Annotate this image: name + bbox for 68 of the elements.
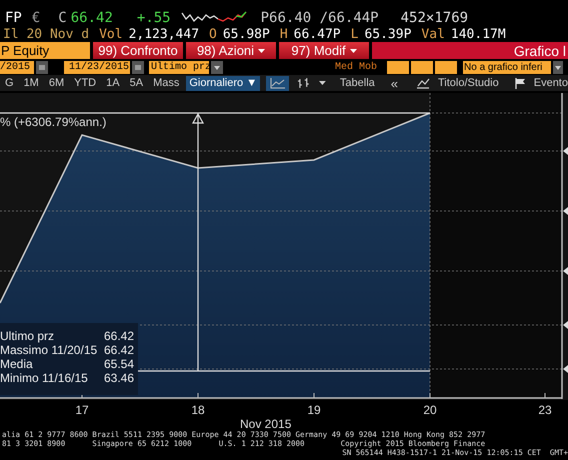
field-value: 140.17M (450, 28, 506, 41)
calendar-icon[interactable] (36, 60, 48, 74)
period-button[interactable]: YTD (69, 76, 102, 90)
bid-ask: P66.40 /66.44P (260, 11, 379, 25)
flag-icon (514, 78, 526, 88)
study-input[interactable] (435, 60, 458, 74)
caret-icon[interactable] (319, 81, 326, 85)
field-label: L (350, 28, 358, 41)
legend-value: 66.42 (104, 343, 134, 357)
bid-ask-size: 452×1769 (400, 11, 468, 25)
studies-button[interactable]: Titolo/Studio (416, 78, 499, 88)
calendar-icon[interactable] (132, 60, 144, 74)
legend-value: 63.46 (104, 371, 134, 385)
menu-button[interactable]: 97) Modif (276, 42, 369, 59)
x-axis-label: 23 (538, 404, 552, 416)
study-label: Med Mob (335, 60, 378, 74)
period-button[interactable]: Mass (148, 76, 184, 90)
field-label: Vol (99, 28, 123, 41)
x-axis-title: Nov 2015 (240, 418, 292, 430)
legend-value: 65.54 (104, 357, 134, 371)
line-chart-icon (270, 78, 286, 88)
period-button[interactable]: G (0, 76, 19, 90)
security-field[interactable]: P Equity (0, 42, 90, 59)
study-input[interactable] (387, 60, 410, 74)
caret-icon[interactable] (211, 60, 223, 74)
legend-label: Ultimo prz (0, 329, 54, 343)
studies-icon (416, 78, 430, 88)
session-date: Il 20 Nov d (3, 28, 90, 41)
crosshair-arrow[interactable] (192, 112, 204, 371)
field-value: 65.39P (364, 28, 412, 41)
table-button[interactable]: Tabella (336, 78, 379, 88)
legend-label: Massimo 11/20/15 (0, 343, 98, 357)
field-value: 2,123,447 (128, 28, 200, 41)
field-value: 66.47P (294, 28, 341, 41)
caret-icon[interactable] (553, 60, 564, 74)
currency: € (32, 11, 40, 25)
price-change: +.55 (136, 11, 171, 25)
collapse-button[interactable]: « (386, 76, 402, 90)
x-axis-label: 18 (191, 404, 205, 416)
legend-value: 66.42 (104, 329, 134, 343)
legend-label: Minimo 11/16/15 (0, 371, 88, 385)
period-button[interactable]: 1M (18, 76, 44, 90)
field-value: 65.98P (222, 28, 270, 41)
ticker: FP (5, 11, 22, 25)
period-button[interactable]: 1A (101, 76, 125, 90)
frequency-dropdown[interactable]: Giornaliero ▼ (186, 76, 260, 90)
line-chart-button[interactable] (266, 76, 290, 90)
x-axis-label: 19 (307, 404, 321, 416)
last-price-label: C (58, 11, 67, 25)
return-annotation: % (+6306.79%ann.) (0, 116, 106, 128)
field-label: Val (421, 28, 445, 41)
x-axis-label: 17 (75, 404, 89, 416)
field-label: O (209, 28, 217, 41)
lower-chart-dropdown[interactable]: No a grafico inferi (463, 60, 552, 74)
bar-chart-icon[interactable] (297, 78, 312, 88)
menu-button[interactable]: 99) Confronto (90, 42, 183, 59)
end-date-field[interactable]: 11/23/2015 (64, 60, 130, 74)
x-axis-label: 20 (423, 404, 437, 416)
last-price: 66.42 (70, 11, 113, 25)
field-label: H (280, 28, 288, 41)
event-button[interactable]: Evento (514, 78, 568, 88)
study-input[interactable] (411, 60, 434, 74)
start-date-field[interactable]: /2015 (0, 60, 34, 74)
sparkline-icon (180, 9, 247, 25)
period-button[interactable]: 5A (124, 76, 148, 90)
menu-button[interactable]: 98) Azioni (183, 42, 276, 59)
legend-label: Media (0, 357, 33, 371)
period-button[interactable]: 6M (44, 76, 70, 90)
